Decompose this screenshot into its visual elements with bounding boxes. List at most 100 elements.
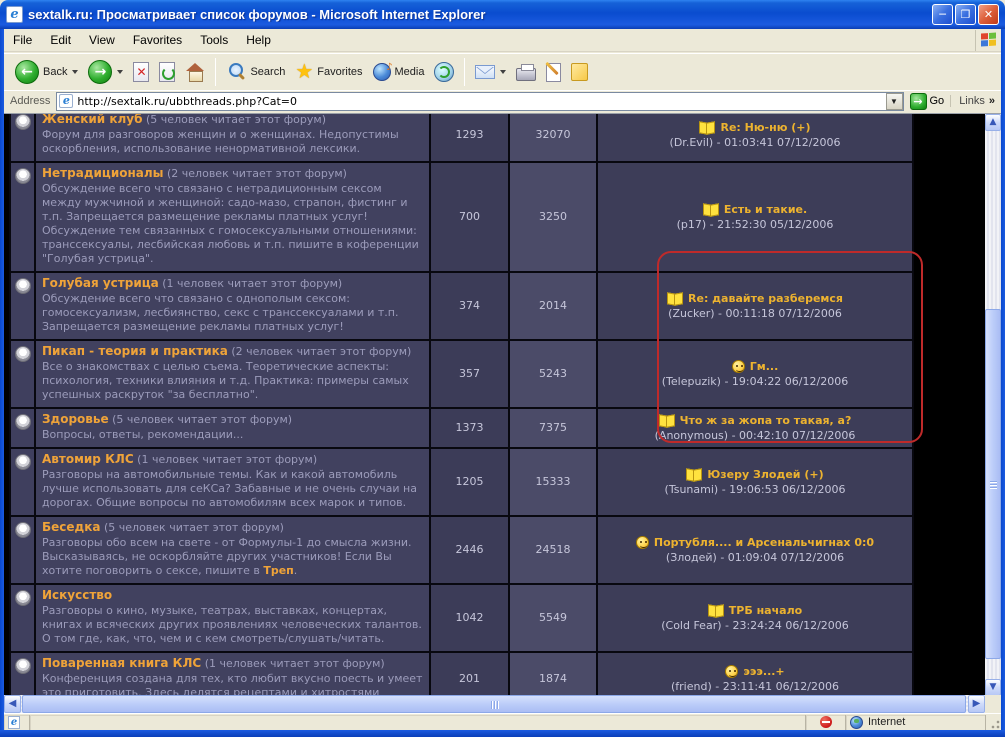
- forum-readers: (2 человек читает этот форум): [231, 345, 411, 358]
- forum-description: Разговоры на автомобильные темы. Как и к…: [42, 468, 423, 510]
- forum-post-count: 7375: [509, 408, 597, 448]
- last-post-link[interactable]: Re: давайте разберемся: [688, 292, 843, 306]
- mail-button[interactable]: [470, 63, 511, 81]
- vertical-scrollbar[interactable]: ▲ ▼: [985, 114, 1001, 695]
- search-icon: [226, 62, 246, 82]
- menu-bar: File Edit View Favorites Tools Help: [4, 29, 1001, 52]
- links-chevron-icon: »: [989, 95, 995, 107]
- scroll-up-icon[interactable]: ▲: [985, 114, 1001, 131]
- history-icon: [434, 62, 454, 82]
- vertical-scroll-thumb[interactable]: [985, 309, 1001, 659]
- standard-toolbar: Back Search ★ Favorites Media: [4, 53, 1001, 90]
- menu-tools[interactable]: Tools: [191, 30, 237, 50]
- window-border-bottom: [0, 730, 1005, 737]
- forum-post-count: 5549: [509, 584, 597, 652]
- edit-button[interactable]: [541, 61, 566, 84]
- maximize-button[interactable]: ❐: [955, 4, 976, 25]
- back-button[interactable]: Back: [10, 58, 83, 86]
- forum-table: Женский клуб (5 человек читает этот фору…: [9, 113, 914, 695]
- forum-description: Обсуждение всего что связано с нетрадици…: [42, 182, 423, 266]
- forum-link[interactable]: Пикап - теория и практика: [42, 344, 228, 358]
- forum-link[interactable]: Автомир КЛС: [42, 452, 134, 466]
- forum-description: Вопросы, ответы, рекомендации...: [42, 428, 423, 442]
- back-icon: [15, 60, 39, 84]
- forum-bulb-icon: [15, 168, 31, 184]
- forum-post-count: 32070: [509, 113, 597, 162]
- forum-link[interactable]: Женский клуб: [42, 113, 143, 126]
- toolbar-separator: [464, 58, 465, 86]
- forum-link[interactable]: Искусство: [42, 588, 112, 602]
- forum-row: Здоровье (5 человек читает этот форум) В…: [10, 408, 913, 448]
- menu-view[interactable]: View: [80, 30, 124, 50]
- last-post-link[interactable]: эээ...+: [743, 665, 784, 679]
- search-button[interactable]: Search: [221, 60, 290, 84]
- minimize-button[interactable]: ─: [932, 4, 953, 25]
- menu-help[interactable]: Help: [237, 30, 280, 50]
- toolbar-separator: [215, 58, 216, 86]
- address-url[interactable]: http://sextalk.ru/ubbthreads.php?Cat=0: [77, 95, 885, 108]
- forum-link[interactable]: Нетрадиционалы: [42, 166, 164, 180]
- forum-link[interactable]: Беседка: [42, 520, 100, 534]
- forward-button[interactable]: [83, 58, 128, 86]
- open-book-icon: [659, 415, 675, 426]
- history-button[interactable]: [429, 60, 459, 84]
- status-blocked-panel: [806, 715, 846, 730]
- favorites-button[interactable]: ★ Favorites: [290, 60, 367, 84]
- forum-readers: (1 человек читает этот форум): [137, 453, 317, 466]
- last-post-link[interactable]: Портубля.... и Арсенальчигнах 0:0: [654, 536, 874, 550]
- status-page-panel: e: [4, 715, 30, 730]
- last-post-link[interactable]: Что ж за жопа то такая, а?: [680, 414, 852, 428]
- scroll-down-icon[interactable]: ▼: [985, 679, 1001, 695]
- forum-post-count: 24518: [509, 516, 597, 584]
- forum-thread-count: 1373: [430, 408, 509, 448]
- scroll-right-icon[interactable]: ▶: [968, 695, 985, 713]
- last-post-link[interactable]: Re: Ню-ню (+): [720, 121, 810, 135]
- forum-row: Нетрадиционалы (2 человек читает этот фо…: [10, 162, 913, 272]
- back-dropdown-icon[interactable]: [72, 70, 78, 77]
- menu-edit[interactable]: Edit: [41, 30, 80, 50]
- mail-dropdown-icon[interactable]: [500, 70, 506, 77]
- forum-link[interactable]: Поваренная книга КЛС: [42, 656, 201, 670]
- status-message-panel: [30, 715, 806, 730]
- last-post-link[interactable]: Юзеру Злодей (+): [707, 468, 823, 482]
- refresh-button[interactable]: [154, 60, 180, 84]
- last-post-link[interactable]: Гм...: [750, 360, 779, 374]
- forward-dropdown-icon[interactable]: [117, 70, 123, 77]
- messenger-button[interactable]: [566, 61, 593, 83]
- forum-link[interactable]: Голубая устрица: [42, 276, 159, 290]
- links-toolbar[interactable]: Links »: [950, 95, 999, 107]
- forum-bulb-icon: [15, 658, 31, 674]
- home-icon: [185, 63, 205, 81]
- last-post-link[interactable]: Есть и такие.: [724, 203, 807, 217]
- address-dropdown-icon[interactable]: ▼: [886, 93, 903, 110]
- print-icon: [516, 68, 536, 81]
- scroll-left-icon[interactable]: ◀: [4, 695, 21, 713]
- forum-thread-count: 700: [430, 162, 509, 272]
- menu-favorites[interactable]: Favorites: [124, 30, 191, 50]
- print-button[interactable]: [511, 61, 541, 83]
- forum-post-count: 5243: [509, 340, 597, 408]
- resize-grip[interactable]: [988, 715, 1001, 730]
- forum-row: Пикап - теория и практика (2 человек чит…: [10, 340, 913, 408]
- last-post-meta: (friend) - 23:11:41 06/12/2006: [602, 680, 908, 694]
- forum-thread-count: 201: [430, 652, 509, 695]
- address-input[interactable]: e http://sextalk.ru/ubbthreads.php?Cat=0…: [56, 92, 903, 111]
- stop-button[interactable]: [128, 60, 154, 84]
- forum-readers: (5 человек читает этот форум): [104, 521, 284, 534]
- title-bar[interactable]: e sextalk.ru: Просматривает список форум…: [0, 0, 1005, 29]
- close-button[interactable]: ✕: [978, 4, 999, 25]
- inline-forum-link[interactable]: Треп: [263, 564, 293, 577]
- stop-icon: [133, 62, 149, 82]
- status-zone-panel: Internet: [846, 715, 986, 730]
- home-button[interactable]: [180, 61, 210, 83]
- menu-file[interactable]: File: [4, 30, 41, 50]
- horizontal-scrollbar[interactable]: ◀ ▶: [4, 695, 985, 713]
- horizontal-scroll-thumb[interactable]: [22, 695, 966, 713]
- go-button[interactable]: → Go: [904, 93, 951, 110]
- media-button[interactable]: Media: [368, 61, 430, 83]
- last-post-link[interactable]: ТРБ начало: [729, 604, 802, 618]
- forum-thread-count: 1205: [430, 448, 509, 516]
- forum-thread-count: 374: [430, 272, 509, 340]
- forum-link[interactable]: Здоровье: [42, 412, 109, 426]
- forum-bulb-icon: [15, 346, 31, 362]
